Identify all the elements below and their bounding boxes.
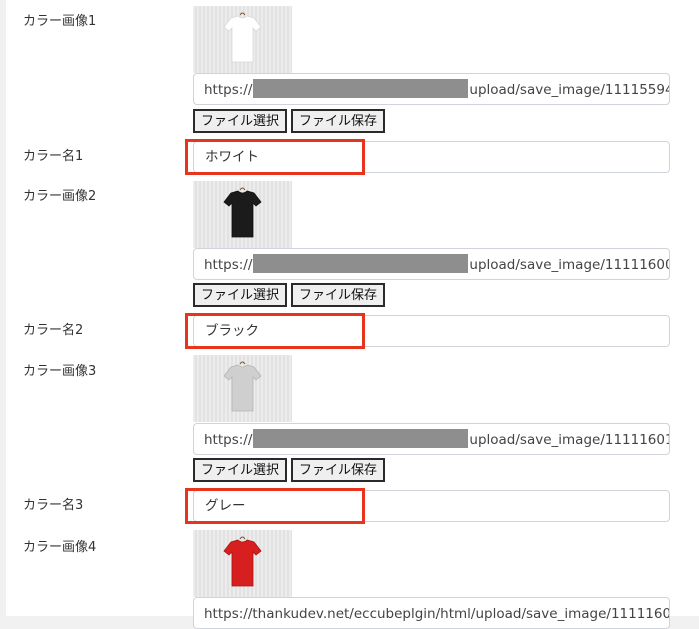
select-file-button-3[interactable]: ファイル選択: [193, 458, 288, 482]
color-image-label-2: カラー画像2: [23, 189, 97, 204]
color-image-url-field-2[interactable]: https://upload/save_image/11111600243: [193, 248, 670, 280]
color-image-url-field-1[interactable]: https://upload/save_image/11115594: [193, 73, 670, 105]
tshirt-shape: [223, 15, 262, 63]
save-file-button-2[interactable]: ファイル保存: [291, 283, 386, 307]
color-name-label-2: カラー名2: [23, 323, 84, 338]
color-name-label-3: カラー名3: [23, 498, 84, 513]
redacted-block: [253, 254, 469, 273]
color-image-thumbnail-3[interactable]: [193, 355, 292, 422]
select-file-button-1[interactable]: ファイル選択: [193, 109, 288, 133]
tshirt-icon: [223, 12, 262, 63]
redacted-block: [253, 429, 469, 448]
select-file-button-2[interactable]: ファイル選択: [193, 283, 288, 307]
save-file-button-1[interactable]: ファイル保存: [291, 109, 386, 133]
color-image-thumbnail-4[interactable]: [193, 530, 292, 597]
color-name-input-1[interactable]: ホワイト: [193, 141, 670, 173]
color-image-label-3: カラー画像3: [23, 364, 97, 379]
color-image-url-field-3[interactable]: https://upload/save_image/11111601200: [193, 423, 670, 455]
color-name-input-2[interactable]: ブラック: [193, 315, 670, 347]
tshirt-shape: [223, 539, 262, 587]
tshirt-icon: [223, 361, 262, 412]
tshirt-shape: [223, 364, 262, 412]
redacted-block: [253, 79, 469, 98]
color-image-label-1: カラー画像1: [23, 14, 97, 29]
tshirt-icon: [223, 187, 262, 238]
tshirt-shape: [223, 190, 262, 238]
color-image-url-field-4[interactable]: https://thankudev.net/eccubeplgin/html/u…: [193, 597, 670, 629]
color-image-label-4: カラー画像4: [23, 540, 97, 555]
color-name-input-3[interactable]: グレー: [193, 490, 670, 522]
color-name-label-1: カラー名1: [23, 149, 84, 164]
save-file-button-3[interactable]: ファイル保存: [291, 458, 386, 482]
color-image-thumbnail-1[interactable]: [193, 6, 292, 73]
color-image-thumbnail-2[interactable]: [193, 181, 292, 248]
tshirt-icon: [223, 536, 262, 587]
